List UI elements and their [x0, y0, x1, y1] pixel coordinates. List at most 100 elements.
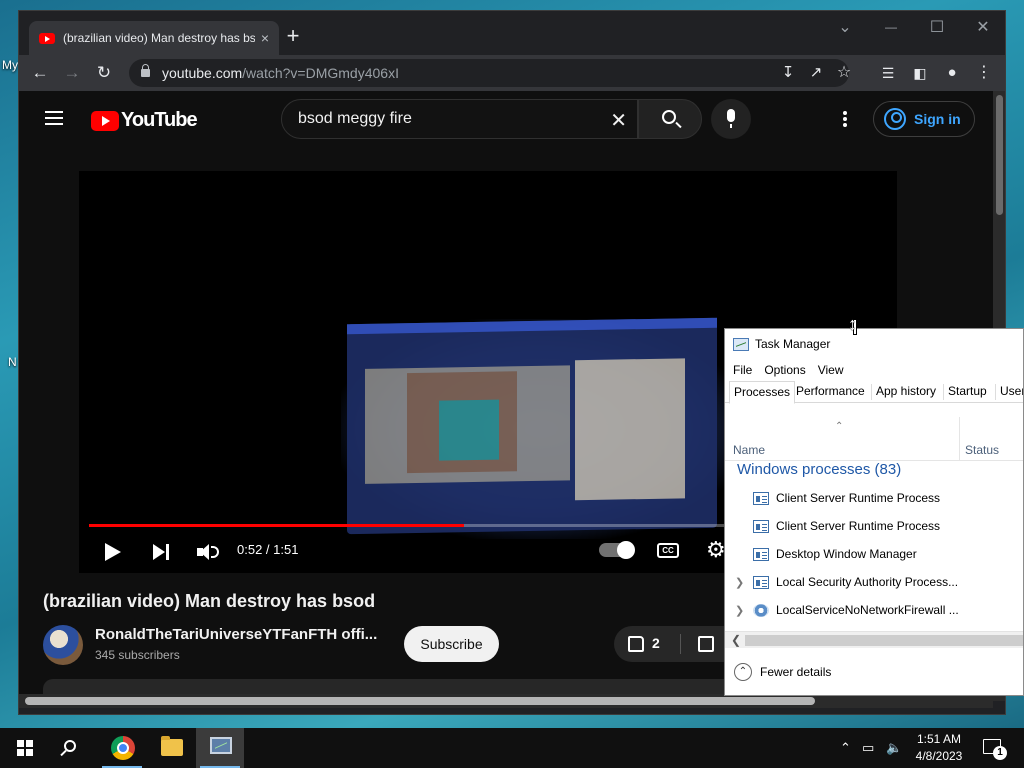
horizontal-scrollbar[interactable] — [19, 694, 993, 708]
tab-performance[interactable]: Performance — [793, 384, 868, 398]
like-icon[interactable] — [628, 636, 644, 652]
menu-options[interactable]: Options — [764, 363, 805, 377]
task-manager-icon — [733, 337, 749, 351]
like-divider — [680, 634, 681, 654]
voice-search-button[interactable] — [711, 99, 751, 139]
tab-users[interactable]: Users — [994, 384, 1023, 400]
channel-name[interactable]: RonaldTheTariUniverseYTFanFTH offi... — [95, 626, 377, 643]
taskbar: ⌃ ▭ 🔈 1:51 AM 4/8/2023 1 — [0, 728, 1024, 768]
process-name: Desktop Window Manager — [776, 547, 917, 561]
subscribe-button[interactable]: Subscribe — [404, 626, 499, 662]
task-manager-menubar: File Options View — [725, 359, 1023, 381]
process-row[interactable]: Client Server Runtime Process — [725, 485, 1023, 513]
media-control-icon[interactable]: ☰ — [877, 62, 899, 84]
lock-icon — [141, 64, 150, 77]
show-hidden-icons-chevron-icon[interactable]: ⌃ — [840, 740, 851, 756]
column-name[interactable]: Name — [733, 443, 765, 457]
youtube-logo[interactable]: YouTube — [91, 109, 198, 132]
close-window-button[interactable]: ✕ — [963, 17, 1003, 37]
desktop-icon-label-n[interactable]: N — [8, 355, 17, 369]
tab-processes[interactable]: Processes — [729, 381, 796, 404]
settings-menu-icon[interactable] — [843, 109, 849, 129]
process-row[interactable]: Client Server Runtime Process — [725, 513, 1023, 541]
progress-bar-played — [89, 524, 465, 527]
video-frame-content — [347, 317, 717, 535]
play-icon[interactable] — [105, 543, 121, 561]
clock-date: 4/8/2023 — [915, 749, 963, 763]
taskbar-task-manager[interactable] — [196, 728, 244, 768]
captions-button[interactable]: CC — [657, 543, 679, 558]
forward-button[interactable]: → — [61, 62, 83, 84]
taskbar-chrome[interactable] — [98, 728, 146, 768]
profile-icon[interactable]: ● — [941, 62, 963, 84]
bookmark-star-icon[interactable]: ☆ — [833, 62, 855, 84]
task-manager-footer: ⌃ Fewer details — [725, 649, 1023, 695]
task-manager-tabs: Processes Performance App history Startu… — [725, 381, 1023, 404]
share-icon[interactable]: ↗ — [805, 62, 827, 84]
vertical-scroll-thumb[interactable] — [996, 95, 1003, 215]
youtube-header: YouTube bsod meggy fire ✕ Sign in — [19, 91, 1005, 147]
desktop-icon-label-my[interactable]: My — [2, 58, 18, 72]
start-button[interactable] — [0, 728, 48, 768]
process-icon — [753, 576, 769, 589]
taskbar-search-button[interactable] — [48, 728, 96, 768]
side-panel-icon[interactable]: ◧ — [909, 62, 931, 84]
column-status[interactable]: Status — [965, 443, 999, 457]
search-button[interactable] — [638, 99, 702, 139]
minimize-button[interactable]: — — [871, 20, 911, 34]
notification-center-icon[interactable]: 1 — [983, 739, 1007, 760]
process-name: LocalServiceNoNetworkFirewall ... — [776, 603, 959, 617]
chevron-up-circle-icon[interactable]: ⌃ — [734, 663, 752, 681]
hamburger-menu-icon[interactable] — [45, 111, 63, 125]
channel-avatar[interactable] — [43, 625, 83, 665]
column-headers: Name Status — [725, 417, 1023, 461]
taskbar-file-explorer[interactable] — [148, 728, 196, 768]
autoplay-toggle[interactable] — [599, 541, 635, 559]
fewer-details-link[interactable]: Fewer details — [760, 665, 831, 679]
gear-icon[interactable]: ⚙ — [706, 539, 726, 561]
task-manager-title: Task Manager — [755, 337, 831, 351]
process-row[interactable]: ❯ Local Security Authority Process... — [725, 569, 1023, 597]
time-display: 0:52 / 1:51 — [237, 542, 299, 557]
dislike-icon[interactable] — [698, 636, 714, 652]
reload-button[interactable]: ↻ — [93, 62, 115, 84]
horizontal-scroll-thumb[interactable] — [25, 697, 815, 705]
menu-view[interactable]: View — [818, 363, 844, 377]
address-bar[interactable]: youtube.com /watch?v=DMGmdy406xI ↧ ↗ ☆ — [129, 59, 851, 87]
sign-in-button[interactable]: Sign in — [873, 101, 975, 137]
process-row[interactable]: ❯ LocalServiceNoNetworkFirewall ... — [725, 597, 1023, 625]
process-row[interactable]: Desktop Window Manager — [725, 541, 1023, 569]
url-path: /watch?v=DMGmdy406xI — [242, 65, 399, 81]
chrome-icon — [111, 736, 135, 760]
tab-close-icon[interactable]: × — [261, 30, 269, 46]
install-app-icon[interactable]: ↧ — [777, 62, 799, 84]
tab-search-button[interactable]: ⌄ — [825, 17, 865, 37]
volume-icon[interactable]: 🔈 — [886, 740, 902, 756]
search-icon — [662, 110, 676, 124]
menu-file[interactable]: File — [733, 363, 752, 377]
search-input[interactable]: bsod meggy fire ✕ — [281, 99, 638, 139]
video-title: (brazilian video) Man destroy has bsod — [43, 591, 376, 611]
browser-tab-youtube[interactable]: (brazilian video) Man destroy has bsod × — [29, 21, 279, 55]
microphone-icon — [727, 109, 735, 128]
youtube-wordmark: YouTube — [121, 109, 198, 131]
maximize-button[interactable]: ☐ — [917, 17, 957, 37]
youtube-favicon-icon — [39, 32, 55, 44]
network-icon[interactable]: ▭ — [862, 740, 874, 756]
tab-startup[interactable]: Startup — [943, 384, 990, 400]
process-name: Client Server Runtime Process — [776, 491, 941, 505]
taskbar-clock[interactable]: 1:51 AM 4/8/2023 — [914, 731, 964, 765]
task-manager-titlebar[interactable]: Task Manager — [725, 329, 1023, 359]
chrome-menu-icon[interactable]: ⋮ — [973, 62, 995, 84]
new-tab-button[interactable]: + — [279, 25, 307, 47]
expand-chevron-icon[interactable]: ❯ — [735, 604, 744, 617]
sign-in-label: Sign in — [914, 111, 961, 127]
tab-app-history[interactable]: App history — [870, 384, 939, 400]
task-manager-horizontal-scrollbar[interactable]: ❮ — [725, 631, 1023, 648]
clear-search-icon[interactable]: ✕ — [610, 108, 627, 133]
scroll-left-icon[interactable]: ❮ — [731, 633, 741, 647]
back-button[interactable]: ← — [29, 62, 51, 84]
task-manager-scroll-thumb[interactable] — [745, 635, 1023, 646]
like-count: 2 — [652, 635, 660, 651]
expand-chevron-icon[interactable]: ❯ — [735, 576, 744, 589]
